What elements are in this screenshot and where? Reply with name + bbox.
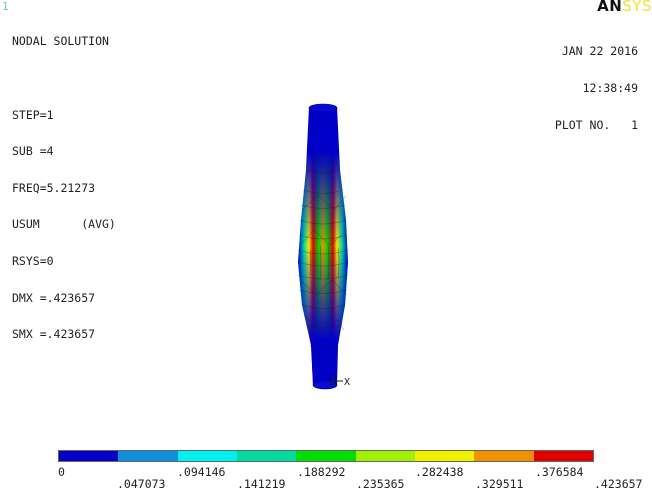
legend-label-4: .188292 (297, 465, 346, 479)
legend-label-3: .141219 (237, 477, 286, 491)
legend-label-6: .282438 (415, 465, 464, 479)
color-legend-bar (58, 450, 594, 462)
legend-label-5: .235365 (356, 477, 405, 491)
legend-label-9: .423657 (594, 477, 643, 491)
legend-swatch-8 (474, 451, 534, 461)
legend-swatch-7 (414, 451, 475, 461)
column-top-cap (308, 103, 338, 113)
axis-x-label: X (344, 377, 350, 388)
legend-label-7: .329511 (475, 477, 524, 491)
legend-swatch-4 (236, 451, 297, 461)
legend-swatch-1 (59, 451, 119, 461)
legend-label-1: .047073 (117, 477, 166, 491)
legend-label-0: 0 (58, 465, 65, 479)
legend-swatch-6 (355, 451, 415, 461)
column-shade (298, 107, 348, 385)
legend-swatch-2 (118, 451, 178, 461)
legend-swatch-9 (533, 451, 593, 461)
model-viewport[interactable]: X (0, 0, 652, 445)
legend-label-8: .376584 (535, 465, 584, 479)
legend-swatch-5 (296, 451, 356, 461)
legend-swatch-3 (177, 451, 237, 461)
legend-label-2: .094146 (177, 465, 226, 479)
column-bottom-cap (312, 380, 338, 390)
